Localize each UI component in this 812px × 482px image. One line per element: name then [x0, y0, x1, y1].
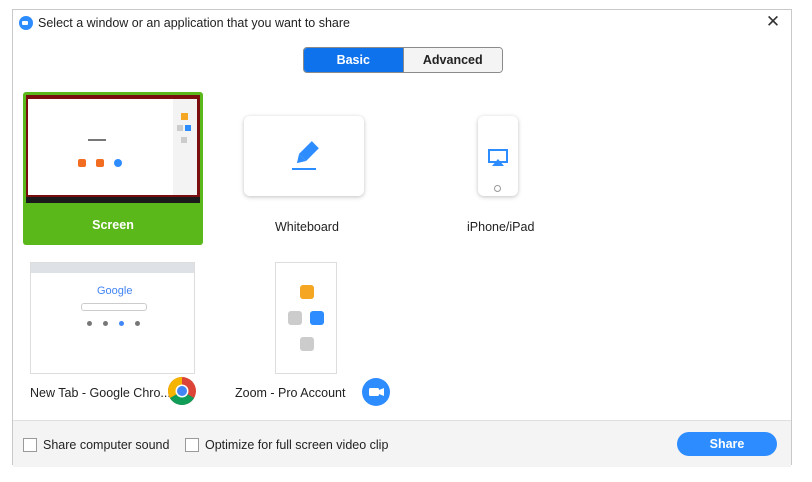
title-bar: Select a window or an application that y…	[13, 10, 791, 36]
tab-basic[interactable]: Basic	[304, 48, 403, 72]
tile-label-screen: Screen	[92, 218, 134, 232]
airplay-icon	[488, 149, 508, 166]
tile-label-chrome: New Tab - Google Chro...	[30, 386, 171, 400]
share-tile-whiteboard[interactable]	[244, 116, 364, 196]
chrome-icon	[168, 377, 196, 405]
google-logo: Google	[97, 285, 133, 297]
share-mode-tabs: Basic Advanced	[303, 47, 503, 73]
share-tile-screen[interactable]: Screen	[23, 92, 203, 245]
screen-thumbnail	[26, 95, 200, 203]
tile-label-zoom: Zoom - Pro Account	[235, 386, 346, 400]
share-dialog: Select a window or an application that y…	[12, 9, 792, 467]
dialog-footer: Share computer sound Optimize for full s…	[13, 420, 791, 467]
tile-label-whiteboard: Whiteboard	[275, 220, 339, 234]
share-sound-label: Share computer sound	[43, 438, 170, 452]
share-button[interactable]: Share	[677, 432, 777, 456]
share-tile-iphone[interactable]	[478, 116, 518, 196]
share-tile-zoom[interactable]	[275, 262, 337, 374]
pencil-icon	[292, 141, 319, 170]
tile-label-iphone: iPhone/iPad	[467, 220, 535, 234]
tab-advanced[interactable]: Advanced	[402, 48, 502, 72]
zoom-camera-icon	[362, 378, 390, 406]
zoom-logo-icon	[19, 16, 33, 30]
share-sound-checkbox[interactable]	[23, 438, 37, 452]
home-button-icon	[494, 185, 501, 192]
optimize-video-label: Optimize for full screen video clip	[205, 438, 389, 452]
close-icon[interactable]: ✕	[763, 12, 783, 32]
dialog-title: Select a window or an application that y…	[38, 16, 350, 30]
optimize-video-checkbox[interactable]	[185, 438, 199, 452]
share-tile-chrome[interactable]: Google	[30, 262, 195, 374]
